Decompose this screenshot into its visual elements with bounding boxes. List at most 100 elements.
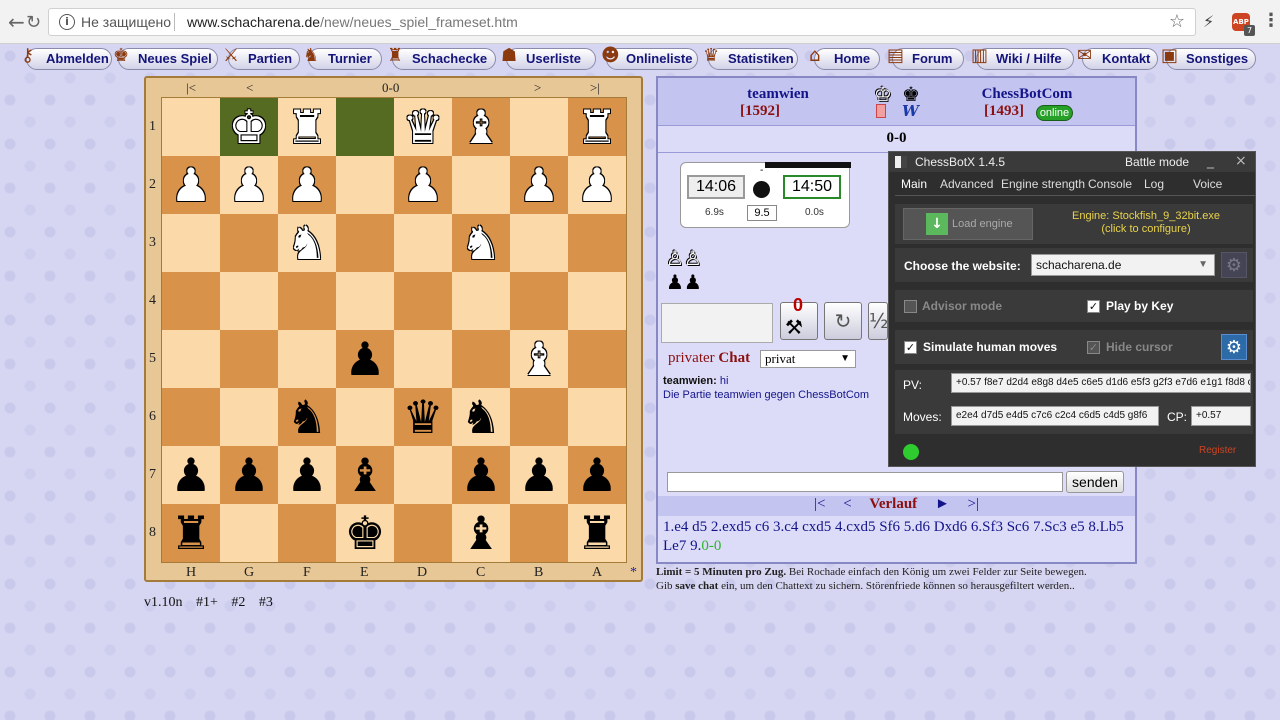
board-square[interactable] (452, 330, 510, 388)
black-rook-icon[interactable]: ♜ (576, 504, 617, 562)
board-square[interactable] (452, 272, 510, 330)
board-square[interactable]: ♝ (336, 446, 394, 504)
board-square[interactable] (278, 272, 336, 330)
website-settings-icon[interactable]: ⚙ (1221, 252, 1247, 278)
browser-menu-icon[interactable]: ⋮ (1262, 10, 1280, 31)
white-bishop-icon[interactable]: ♝ (518, 330, 559, 388)
move-input[interactable] (661, 303, 773, 343)
board-square[interactable]: ♚ (220, 98, 278, 156)
black-queen-icon[interactable]: ♛ (402, 388, 443, 446)
board-square[interactable]: ♟ (162, 446, 220, 504)
board-square[interactable]: ♞ (278, 214, 336, 272)
move-list[interactable]: 1.e4 d5 2.exd5 c6 3.c4 cxd5 4.cxd5 Sf6 5… (663, 518, 1129, 556)
history-next[interactable]: ► (935, 496, 950, 512)
board-square[interactable]: ♛ (394, 388, 452, 446)
board-square[interactable] (162, 98, 220, 156)
board-square[interactable]: ♛ (394, 98, 452, 156)
menu-forum[interactable]: ▤ Forum (887, 45, 964, 70)
adblock-icon[interactable]: ABP 7 (1232, 13, 1255, 36)
reload-icon[interactable]: ↻ (26, 12, 41, 33)
draw-button[interactable]: ½ (868, 302, 888, 340)
board-square[interactable] (510, 98, 568, 156)
load-engine-button[interactable]: ↓ Load engine (903, 208, 1033, 240)
lightning-icon[interactable]: ⚡ (1203, 12, 1214, 31)
menu-neues-spiel[interactable]: ♚ Neues Spiel (113, 45, 218, 70)
board-square[interactable]: ♟ (510, 156, 568, 214)
board-square[interactable] (568, 214, 626, 272)
simulate-human-checkbox[interactable]: ✓ (904, 341, 917, 354)
close-button[interactable]: × (1235, 153, 1247, 169)
hide-cursor-checkbox[interactable]: ✓ (1087, 341, 1100, 354)
board-square[interactable] (568, 330, 626, 388)
board-square[interactable] (394, 214, 452, 272)
board-square[interactable] (510, 504, 568, 562)
board-square[interactable] (568, 272, 626, 330)
black-bishop-icon[interactable]: ♝ (460, 504, 501, 562)
board-square[interactable]: ♜ (568, 504, 626, 562)
white-knight-icon[interactable]: ♞ (460, 214, 501, 272)
board-square[interactable] (510, 388, 568, 446)
board-square[interactable] (336, 98, 394, 156)
menu-userliste[interactable]: ☗ Userliste (501, 45, 596, 70)
white-pawn-icon[interactable]: ♟ (286, 156, 327, 214)
board-square[interactable] (394, 504, 452, 562)
board-square[interactable] (220, 214, 278, 272)
board-square[interactable]: ♟ (452, 446, 510, 504)
white-rook-icon[interactable]: ♜ (286, 98, 327, 156)
board-nav-next[interactable]: > (534, 80, 541, 96)
white-pawn-icon[interactable]: ♟ (518, 156, 559, 214)
black-pawn-icon[interactable]: ♟ (518, 446, 559, 504)
board-square[interactable] (452, 156, 510, 214)
board-square[interactable]: ♟ (394, 156, 452, 214)
board-square[interactable]: ♟ (162, 156, 220, 214)
play-by-key-checkbox[interactable]: ✓ (1087, 300, 1100, 313)
tab-voice[interactable]: Voice (1193, 177, 1222, 191)
annotation-links[interactable]: #1+ #2 #3 (196, 595, 273, 610)
black-knight-icon[interactable]: ♞ (460, 388, 501, 446)
white-pawn-icon[interactable]: ♟ (402, 156, 443, 214)
menu-home[interactable]: ⌂ Home (809, 45, 880, 70)
tab-engine-strength[interactable]: Engine strength (1001, 177, 1085, 191)
white-bishop-icon[interactable]: ♝ (460, 98, 501, 156)
black-rook-icon[interactable]: ♜ (170, 504, 211, 562)
board-square[interactable] (510, 272, 568, 330)
board-square[interactable]: ♝ (452, 98, 510, 156)
black-pawn-icon[interactable]: ♟ (576, 446, 617, 504)
board-square[interactable] (336, 214, 394, 272)
board-square[interactable]: ♟ (220, 446, 278, 504)
chessbotx-titlebar[interactable]: ChessBotX 1.4.5 Battle mode _ × (889, 152, 1255, 172)
chess-board[interactable]: ♚ ♜ ♛ ♝ ♜ ♟ ♟ ♟ ♟ ♟ ♟ ♞ ♞ ♟ ♝ ♞ ♛ ♞ ♟ ♟ ♟ ♝ ♟ ♟ ♟ ♜ ♚ ♝ ♜ (161, 97, 627, 563)
board-square[interactable] (278, 504, 336, 562)
menu-statistiken[interactable]: ♛ Statistiken (703, 45, 798, 70)
tab-console[interactable]: Console (1088, 177, 1132, 191)
menu-turnier[interactable]: ♞ Turnier (303, 45, 382, 70)
address-bar[interactable]: i Не защищено www.schacharena.de/new/neu… (48, 8, 1196, 36)
url-text[interactable]: www.schacharena.de/new/neues_spiel_frame… (187, 14, 518, 30)
white-knight-icon[interactable]: ♞ (286, 214, 327, 272)
board-nav-prev[interactable]: < (246, 80, 253, 96)
tab-log[interactable]: Log (1144, 177, 1164, 191)
moves-field[interactable]: e2e4 d7d5 e4d5 c7c6 c2c4 c6d5 c4d5 g8f6 (951, 406, 1159, 426)
board-square[interactable]: ♟ (278, 156, 336, 214)
menu-schachecke[interactable]: ♜ Schachecke (387, 45, 496, 70)
white-king-icon[interactable]: ♚ (228, 98, 269, 156)
board-square[interactable]: ♟ (510, 446, 568, 504)
chat-mode-select[interactable]: privat ▼ (760, 350, 856, 368)
pv-field[interactable]: +0.57 f8e7 d2d4 e8g8 d4e5 c6e5 d1d6 e5f3… (951, 373, 1251, 393)
board-square[interactable] (162, 330, 220, 388)
board-square[interactable] (162, 388, 220, 446)
board-square[interactable]: ♟ (278, 446, 336, 504)
black-bishop-icon[interactable]: ♝ (344, 446, 385, 504)
board-square[interactable]: ♞ (278, 388, 336, 446)
board-square[interactable] (336, 388, 394, 446)
board-square[interactable]: ♟ (336, 330, 394, 388)
board-square[interactable]: ♞ (452, 214, 510, 272)
black-pawn-icon[interactable]: ♟ (286, 446, 327, 504)
history-first[interactable]: |< (814, 496, 825, 512)
board-square[interactable]: ♜ (278, 98, 336, 156)
board-square[interactable]: ♝ (510, 330, 568, 388)
board-square[interactable]: ♚ (336, 504, 394, 562)
board-square[interactable] (568, 388, 626, 446)
history-prev[interactable]: < (843, 496, 851, 512)
board-square[interactable]: ♜ (162, 504, 220, 562)
